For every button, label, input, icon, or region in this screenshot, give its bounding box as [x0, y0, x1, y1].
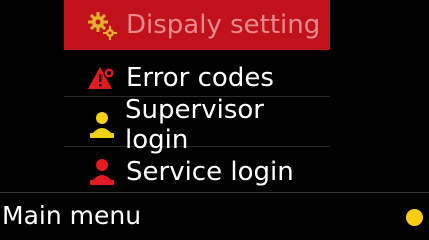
footer-divider: [0, 192, 429, 193]
menu-item-label: Supervisor login: [125, 95, 264, 155]
gear-icon: [84, 7, 120, 43]
menu-item-label: Error codes: [126, 63, 274, 93]
service-user-icon: [84, 154, 120, 190]
status-dot-icon: [406, 209, 423, 226]
menu-item-label: Service login: [126, 157, 294, 187]
supervisor-user-icon: [84, 107, 119, 143]
menu-item-label: Dispaly setting: [126, 10, 321, 40]
menu-item-supervisor-login[interactable]: Supervisor login: [64, 95, 330, 155]
menu-item-display-setting[interactable]: Dispaly setting: [64, 0, 330, 50]
footer-title: Main menu: [2, 201, 142, 230]
error-warning-icon: [84, 60, 120, 96]
menu-item-service-login[interactable]: Service login: [64, 148, 330, 196]
